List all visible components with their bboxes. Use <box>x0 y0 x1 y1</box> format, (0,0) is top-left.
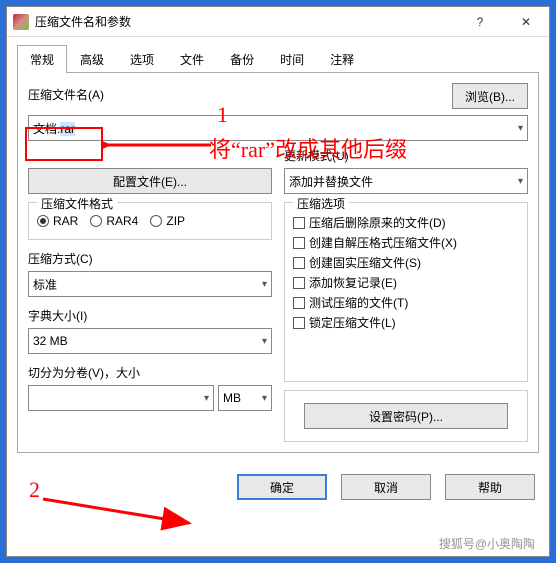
tab-options[interactable]: 选项 <box>117 45 167 73</box>
split-label: 切分为分卷(V)，大小 <box>28 364 272 381</box>
update-mode-combo[interactable]: 添加并替换文件 ▾ <box>284 168 528 194</box>
chevron-down-icon: ▾ <box>518 123 523 134</box>
opt-delete-after[interactable]: 压缩后删除原来的文件(D) <box>293 214 519 231</box>
tab-comment[interactable]: 注释 <box>317 45 367 73</box>
tab-backup[interactable]: 备份 <box>217 45 267 73</box>
help-footer-button[interactable]: 帮助 <box>445 474 535 500</box>
archive-name-prefix: 文档. <box>33 122 60 136</box>
split-unit-combo[interactable]: MB ▾ <box>218 385 272 411</box>
tab-files[interactable]: 文件 <box>167 45 217 73</box>
browse-button[interactable]: 浏览(B)... <box>452 83 528 109</box>
password-group: 设置密码(P)... <box>284 390 528 442</box>
archive-name-label: 压缩文件名(A) <box>28 86 104 103</box>
app-icon <box>13 14 29 30</box>
profiles-button[interactable]: 配置文件(E)... <box>28 168 272 194</box>
title-bar: 压缩文件名和参数 ? ✕ <box>7 7 549 37</box>
opt-lock[interactable]: 锁定压缩文件(L) <box>293 314 519 331</box>
chevron-down-icon: ▾ <box>204 393 209 404</box>
tab-panel: 压缩文件名(A) 浏览(B)... 文档.rar ▾ 配置文件(E)... 更新… <box>17 72 539 453</box>
method-label: 压缩方式(C) <box>28 250 272 267</box>
radio-rar4[interactable]: RAR4 <box>90 214 138 228</box>
close-button[interactable]: ✕ <box>503 7 549 37</box>
method-combo[interactable]: 标准 ▾ <box>28 271 272 297</box>
radio-rar[interactable]: RAR <box>37 214 78 228</box>
tab-time[interactable]: 时间 <box>267 45 317 73</box>
chevron-down-icon: ▾ <box>262 336 267 347</box>
watermark: 搜狐号@小奥陶陶 <box>433 534 541 553</box>
window-title: 压缩文件名和参数 <box>35 13 457 30</box>
set-password-button[interactable]: 设置密码(P)... <box>304 403 507 429</box>
archive-name-input[interactable]: 文档.rar ▾ <box>28 115 528 141</box>
format-group-title: 压缩文件格式 <box>37 195 117 212</box>
format-group: 压缩文件格式 RAR RAR4 ZIP <box>28 202 272 240</box>
update-mode-label: 更新模式(U) <box>284 147 528 164</box>
dict-label: 字典大小(I) <box>28 307 272 324</box>
opt-test[interactable]: 测试压缩的文件(T) <box>293 294 519 311</box>
options-group: 压缩选项 压缩后删除原来的文件(D) 创建自解压格式压缩文件(X) 创建固实压缩… <box>284 202 528 382</box>
tab-general[interactable]: 常规 <box>17 45 67 73</box>
split-size-combo[interactable]: ▾ <box>28 385 214 411</box>
ok-button[interactable]: 确定 <box>237 474 327 500</box>
update-mode-value: 添加并替换文件 <box>289 173 373 190</box>
dict-value: 32 MB <box>33 334 68 348</box>
chevron-down-icon: ▾ <box>262 393 267 404</box>
split-unit-value: MB <box>223 391 241 405</box>
opt-recovery[interactable]: 添加恢复记录(E) <box>293 274 519 291</box>
dialog-window: 压缩文件名和参数 ? ✕ 常规 高级 选项 文件 备份 时间 注释 压缩文件名(… <box>6 6 550 557</box>
opt-sfx[interactable]: 创建自解压格式压缩文件(X) <box>293 234 519 251</box>
method-value: 标准 <box>33 276 57 293</box>
options-group-title: 压缩选项 <box>293 195 349 212</box>
chevron-down-icon: ▾ <box>262 279 267 290</box>
radio-zip[interactable]: ZIP <box>150 214 185 228</box>
archive-name-selection: rar <box>60 122 75 136</box>
opt-solid[interactable]: 创建固实压缩文件(S) <box>293 254 519 271</box>
cancel-button[interactable]: 取消 <box>341 474 431 500</box>
dict-combo[interactable]: 32 MB ▾ <box>28 328 272 354</box>
tab-strip: 常规 高级 选项 文件 备份 时间 注释 <box>7 37 549 73</box>
help-button[interactable]: ? <box>457 7 503 37</box>
chevron-down-icon: ▾ <box>518 176 523 187</box>
dialog-footer: 确定 取消 帮助 <box>7 464 549 510</box>
tab-advanced[interactable]: 高级 <box>67 45 117 73</box>
